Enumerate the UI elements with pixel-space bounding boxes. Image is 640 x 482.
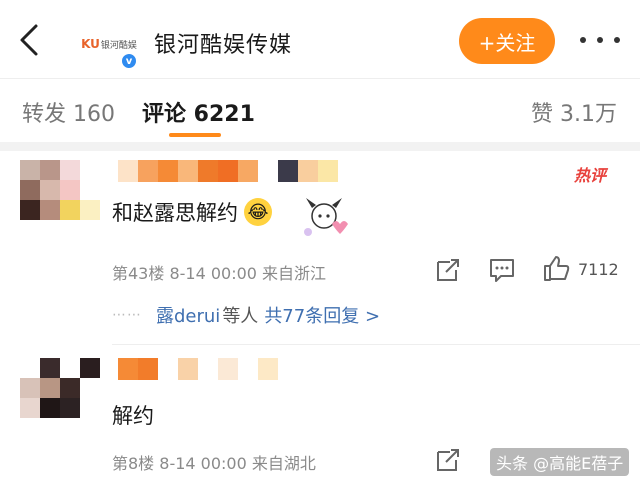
logo-ku-text: KU [81, 37, 100, 51]
watermark: 头条 @高能E蓓子 [490, 448, 630, 476]
share-icon[interactable] [434, 256, 462, 284]
comment-text: 和赵露思解约 😂 [112, 197, 272, 227]
chevron-left-icon[interactable] [14, 22, 46, 58]
reply-summary[interactable]: ⋯⋯ 露derui 等人 共77条回复 > [112, 302, 380, 328]
header-divider [0, 78, 640, 79]
view-replies-link[interactable]: 共77条回复 > [264, 302, 380, 328]
comment-meta: 第8楼 8-14 00:00 来自湖北 [112, 454, 316, 473]
like-count: 7112 [578, 260, 619, 279]
comment-text-content: 和赵露思解约 [112, 201, 238, 225]
share-icon[interactable] [434, 446, 462, 474]
tab-like[interactable]: 赞 3.1万 [531, 96, 617, 128]
account-avatar[interactable]: KU 银河酷娱 v [78, 24, 142, 70]
comment-meta: 第43楼 8-14 00:00 来自浙江 [112, 264, 327, 283]
comment-text: 解约 [112, 400, 154, 430]
username-mosaic[interactable] [118, 160, 338, 182]
verified-badge-icon: v [120, 52, 138, 70]
follow-button[interactable]: +关注 [459, 18, 555, 64]
tab-comment[interactable]: 评论 6221 [142, 96, 255, 128]
active-tab-indicator [169, 133, 221, 137]
logo-cn-text: 银河酷娱 [100, 40, 137, 51]
avatar[interactable] [20, 160, 100, 220]
comment-text-content: 解约 [112, 404, 154, 428]
sticker-icon [304, 198, 348, 236]
username-mosaic[interactable] [118, 358, 298, 380]
reply-dots: ⋯⋯ [112, 307, 142, 323]
comment-divider [112, 344, 640, 345]
reply-mid-text: 等人 [222, 306, 259, 327]
header: KU 银河酷娱 v 银河酷娱传媒 +关注 [0, 0, 640, 78]
reply-user-link[interactable]: 露derui [156, 302, 220, 328]
more-horizontal-icon[interactable] [580, 30, 620, 50]
like-icon[interactable] [542, 254, 570, 282]
laughing-emoji-icon: 😂 [244, 198, 272, 226]
avatar[interactable] [20, 358, 100, 418]
section-gap [0, 142, 640, 151]
comment-icon[interactable] [488, 256, 516, 284]
hot-comment-badge: 热评 [574, 166, 607, 185]
tab-repost[interactable]: 转发 160 [22, 96, 115, 128]
account-name[interactable]: 银河酷娱传媒 [154, 27, 292, 59]
